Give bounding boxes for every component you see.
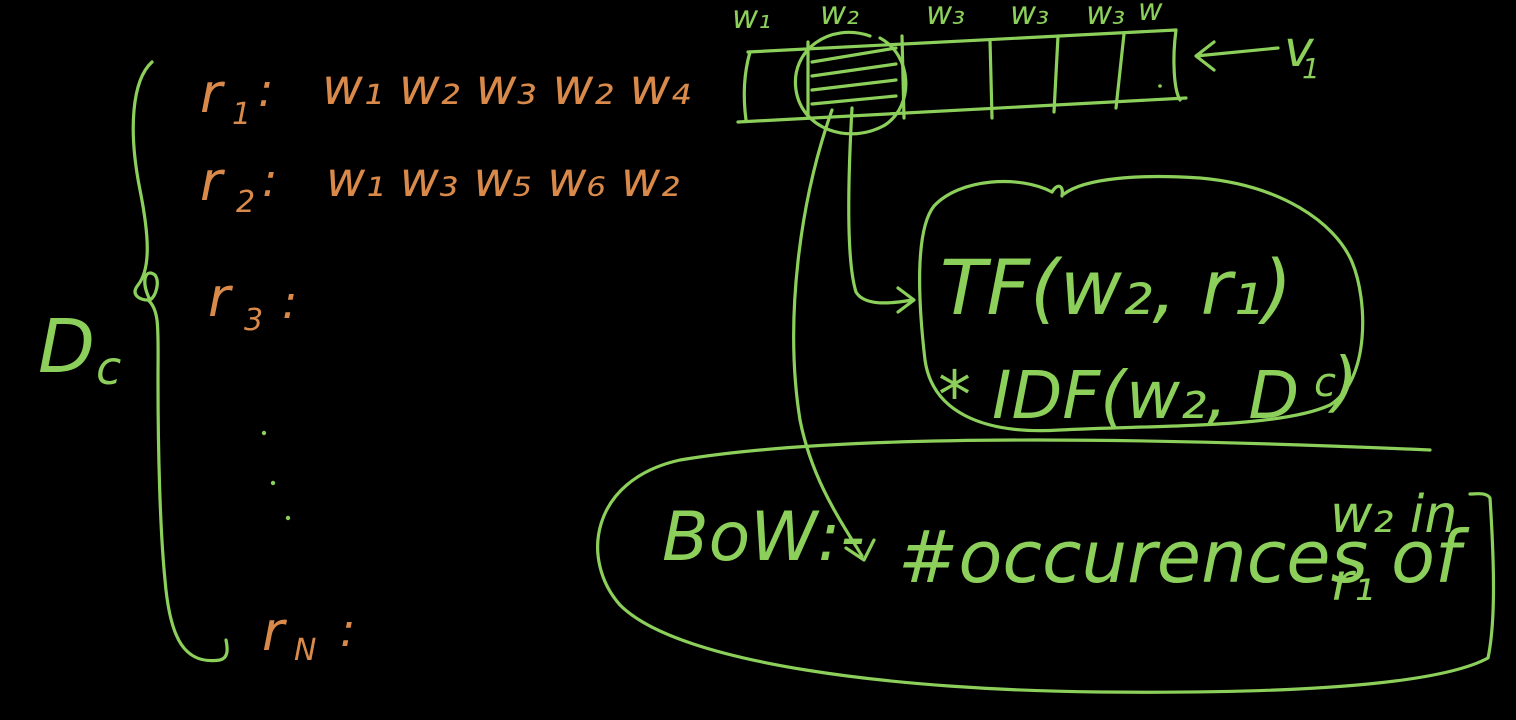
corpus-label-sub: c	[96, 341, 121, 395]
vector-box	[736, 28, 1188, 136]
arrow-to-tfidf	[847, 106, 916, 314]
review-row-1: r 1 : w₁ w₂ w₃ w₂ w₄	[200, 58, 690, 132]
vector-headers: w₁ w₂ w₃ w₃ w₃ w	[732, 0, 1163, 36]
idf-term-close: )	[1327, 343, 1358, 420]
review-colon: :	[262, 153, 278, 207]
tfidf-outline-tail	[1050, 184, 1064, 198]
idf-term: * IDF(w₂, D	[938, 357, 1299, 434]
vector-name-sub: 1	[1302, 52, 1320, 85]
review-name: r	[200, 62, 225, 125]
review-sub: 1	[232, 97, 251, 132]
review-row-3: r 3 :	[208, 266, 298, 338]
tfidf-formula: TF(w₂, r₁) * IDF(w₂, D c )	[938, 243, 1358, 434]
review-name: r	[208, 266, 233, 329]
review-sub: N	[294, 633, 316, 668]
arrow-to-bow	[792, 108, 876, 562]
bow-word: w₂ in	[1330, 485, 1457, 545]
vector-header-1: w₁	[732, 0, 771, 36]
vector-header-5: w₃	[1086, 0, 1125, 32]
bow-review: r₁	[1332, 553, 1374, 613]
review-row-N: r N :	[262, 600, 356, 668]
review-words: w₁ w₂ w₃ w₂ w₄	[322, 58, 690, 116]
review-colon: :	[340, 603, 356, 657]
vector-label: v 1	[1194, 20, 1320, 85]
review-sub: 3	[244, 303, 263, 338]
bow-content: BoW:- #occurences of w₂ in r₁	[662, 485, 1470, 613]
corpus-label-main: D	[38, 304, 95, 390]
review-colon: :	[258, 63, 274, 117]
bow-label: BoW:-	[662, 498, 865, 577]
ellipsis-dots	[261, 430, 291, 521]
review-name: r	[262, 600, 287, 663]
arrow-to-vector	[1194, 40, 1280, 72]
brace-loop	[143, 271, 159, 302]
vector-header-2: w₂	[820, 0, 859, 32]
whiteboard-canvas: D c r 1 : w₁ w₂ w₃ w₂ w₄ r 2 : w₁ w₃ w₅ …	[38, 0, 1496, 694]
review-name: r	[200, 150, 225, 213]
corpus-label: D c	[38, 304, 121, 395]
review-row-2: r 2 : w₁ w₃ w₅ w₆ w₂	[200, 150, 680, 220]
tf-term: TF(w₂, r₁)	[940, 243, 1292, 332]
vector-header-3: w₃	[926, 0, 965, 32]
review-colon: :	[282, 275, 298, 329]
review-words: w₁ w₃ w₅ w₆ w₂	[326, 152, 680, 208]
review-sub: 2	[236, 185, 255, 220]
vector-header-6: w	[1138, 0, 1163, 28]
vector-header-4: w₃	[1010, 0, 1049, 32]
